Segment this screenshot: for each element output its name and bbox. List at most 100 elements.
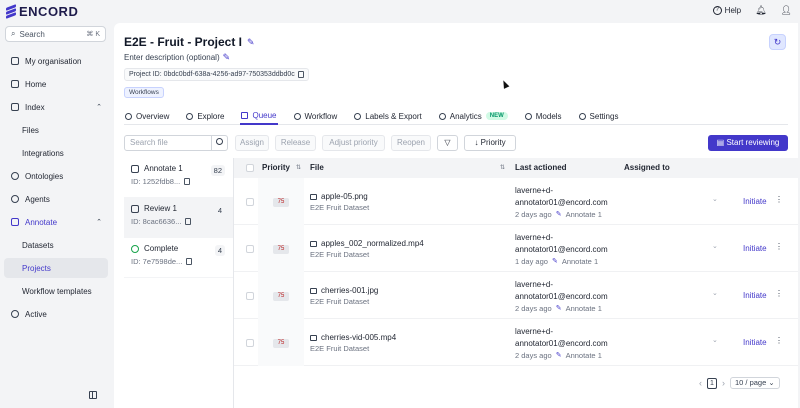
stage-complete[interactable]: Complete ID: 7e7598de... 4 [124,238,233,278]
filter-icon: ▽ [444,138,451,147]
page-size-select[interactable]: 10 / page ⌄ [730,377,780,389]
last-actioned-email: annotator01@encord.com [515,339,608,348]
copy-icon[interactable] [185,218,192,225]
project-description[interactable]: Enter description (optional) [124,53,220,62]
stage-review-1[interactable]: Review 1 ID: 8cac6636... 4 [124,198,233,238]
table-row[interactable]: 75 apples_002_normalized.mp4 E2E Fruit D… [234,225,798,272]
current-page[interactable]: 1 [707,377,717,389]
header-last-actioned: Last actioned [515,163,567,172]
assignee-dropdown-icon[interactable]: ⌄ [712,289,718,297]
tab-models[interactable]: Models [524,107,563,125]
initiate-link[interactable]: Initiate [743,244,767,253]
row-checkbox[interactable] [246,245,254,253]
tab-queue[interactable]: Queue [240,107,278,125]
sidebar-item-ontologies[interactable]: Ontologies [4,166,108,186]
priority-sort-button[interactable]: ↓ Priority [464,135,516,151]
encord-logo-icon [6,4,16,19]
sidebar-item-agents[interactable]: Agents [4,189,108,209]
tab-explore[interactable]: Explore [185,107,225,125]
initiate-link[interactable]: Initiate [743,197,767,206]
tab-analytics[interactable]: Analytics NEW [438,107,509,125]
explore-icon [186,112,194,120]
release-button[interactable]: Release [275,135,316,151]
sidebar-item-index[interactable]: Index ⌃ [4,97,108,117]
sidebar-item-datasets[interactable]: Datasets [4,235,108,255]
sidebar-item-workflow-templates[interactable]: Workflow templates [4,281,108,301]
more-options-icon[interactable]: ⋮ [775,289,783,298]
search-icon[interactable] [211,135,227,151]
dataset-name: E2E Fruit Dataset [310,203,370,212]
assignee-dropdown-icon[interactable]: ⌄ [712,242,718,250]
last-actioned-time: 2 days ago [515,351,552,360]
copy-icon[interactable] [297,71,304,78]
pencil-icon: ✎ [555,352,562,359]
filter-button[interactable]: ▽ [437,135,458,151]
user-icon[interactable]: 👤︎ [781,5,792,16]
tab-labels-export[interactable]: Labels & Export [353,107,422,125]
stage-count: 4 [214,245,225,256]
row-checkbox[interactable] [246,198,254,206]
refresh-icon: ↻ [773,37,782,47]
sidebar-item-my-organisation[interactable]: My organisation [4,51,108,71]
start-reviewing-button[interactable]: ▤ Start reviewing [708,135,788,151]
overview-icon [125,112,132,120]
collapse-sidebar-icon[interactable] [89,391,97,399]
copy-icon[interactable] [186,258,193,265]
edit-description-icon[interactable]: ✎ [223,52,231,63]
stage-list: Annotate 1 ID: 1252fdb8... 82 Review 1 I… [124,158,234,408]
copy-icon[interactable] [184,178,191,185]
project-id: Project ID: 0bdc0bdf-638a-4256-ad97-7503… [124,68,309,81]
refresh-button[interactable]: ↻ [769,34,786,50]
initiate-link[interactable]: Initiate [743,291,767,300]
sidebar-item-home[interactable]: Home [4,74,108,94]
help-button[interactable]: ? Help [712,6,741,15]
sidebar-item-integrations[interactable]: Integrations [4,143,108,163]
initiate-link[interactable]: Initiate [743,338,767,347]
sidebar-search[interactable]: ⌕ Search ⌘ K [5,26,106,42]
tab-workflow[interactable]: Workflow [293,107,339,125]
header-priority[interactable]: Priority [262,158,290,178]
sidebar-item-label: My organisation [25,56,82,66]
more-options-icon[interactable]: ⋮ [775,195,783,204]
sidebar-item-label: Ontologies [25,171,64,181]
reopen-button[interactable]: Reopen [391,135,431,151]
sidebar-item-files[interactable]: Files [4,120,108,140]
last-actioned-user: laverne+d- [515,280,554,289]
next-page-icon[interactable]: › [722,378,725,388]
sort-icon[interactable]: ⇅ [500,164,505,171]
prev-page-icon[interactable]: ‹ [699,378,702,388]
assignee-dropdown-icon[interactable]: ⌄ [712,195,718,203]
sort-icon[interactable]: ⇅ [296,164,301,171]
tab-overview[interactable]: Overview [124,107,170,125]
stage-id: ID: 8cac6636... [131,217,182,226]
table-row[interactable]: 75 cherries-001.jpg E2E Fruit Dataset la… [234,272,798,319]
header-file[interactable]: File [310,158,324,178]
sidebar-item-projects[interactable]: Projects [4,258,108,278]
row-checkbox[interactable] [246,292,254,300]
encord-logo[interactable]: ENCORD [6,4,78,19]
assign-button[interactable]: Assign [235,135,269,151]
last-actioned-user: laverne+d- [515,233,554,242]
more-options-icon[interactable]: ⋮ [775,336,783,345]
help-icon: ? [712,6,722,15]
table-row[interactable]: 75 apple-05.png E2E Fruit Dataset lavern… [234,178,798,225]
bell-icon[interactable]: 🔔︎ [755,5,766,16]
pencil-icon: ✎ [555,211,562,218]
adjust-priority-button[interactable]: Adjust priority [322,135,385,151]
sidebar-item-active[interactable]: Active [4,304,108,324]
edit-title-icon[interactable]: ✎ [247,37,255,48]
video-file-icon [310,334,317,341]
select-all-checkbox[interactable] [246,164,254,172]
more-options-icon[interactable]: ⋮ [775,242,783,251]
file-search-input[interactable]: Search file [124,135,228,151]
table-row[interactable]: 75 cherries-vid-005.mp4 E2E Fruit Datase… [234,319,798,366]
sidebar-item-annotate[interactable]: Annotate ⌃ [4,212,108,232]
priority-sort-label: Priority [480,138,506,147]
assignee-dropdown-icon[interactable]: ⌄ [712,336,718,344]
sidebar-item-label: Annotate [25,217,58,227]
stage-annotate-1[interactable]: Annotate 1 ID: 1252fdb8... 82 [124,158,233,198]
tab-settings[interactable]: Settings [578,107,620,125]
chevron-up-icon: ⌃ [96,219,102,226]
review-stage-icon [131,204,139,213]
row-checkbox[interactable] [246,339,254,347]
